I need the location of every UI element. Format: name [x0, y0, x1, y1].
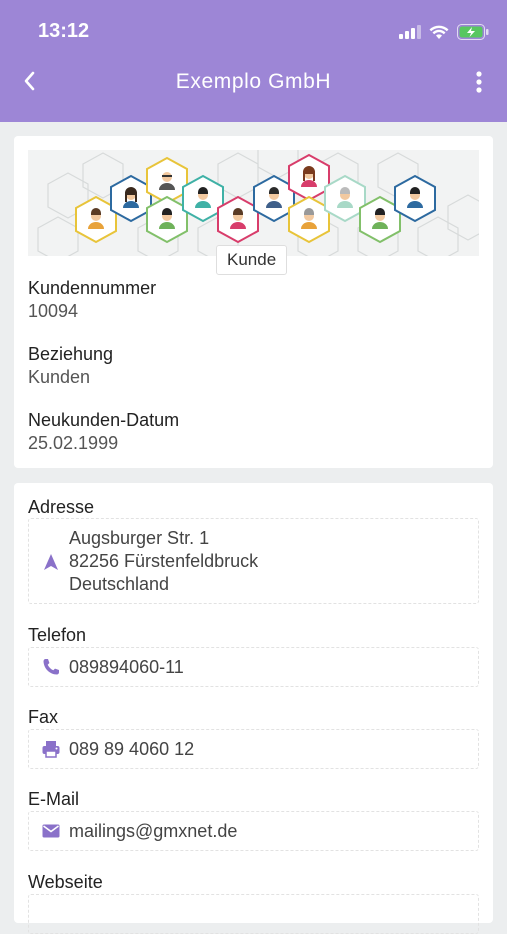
website-label: Webseite: [28, 872, 103, 892]
app-header: 13:12 Exemplo GmbH: [0, 0, 507, 122]
printer-icon: [42, 741, 60, 758]
people-network-illustration: [37, 150, 479, 256]
website-box[interactable]: [28, 894, 479, 934]
phone-label: Telefon: [28, 625, 87, 645]
fax-value: 089 89 4060 12: [69, 739, 195, 759]
address-box[interactable]: Augsburger Str. 1 82256 Fürstenfeldbruck…: [28, 518, 479, 604]
more-vertical-icon[interactable]: [471, 70, 487, 96]
hero-illustration: [28, 150, 479, 256]
address-line-1: Augsburger Str. 1: [69, 528, 210, 548]
phone-box[interactable]: 089894060-11: [28, 647, 479, 687]
relationship-value: Kunden: [28, 367, 91, 387]
phone-value: 089894060-11: [69, 657, 184, 677]
status-icons: [399, 22, 489, 42]
battery-charging-icon: [457, 24, 489, 40]
email-box[interactable]: mailings@gmxnet.de: [28, 811, 479, 851]
wifi-icon: [429, 25, 449, 39]
fax-label: Fax: [28, 707, 59, 727]
address-label: Adresse: [28, 497, 95, 517]
new-customer-date-value: 25.02.1999: [28, 433, 119, 453]
page-title: Exemplo GmbH: [175, 70, 332, 93]
status-time: 13:12: [38, 20, 90, 42]
new-customer-date-label: Neukunden-Datum: [28, 410, 180, 430]
email-value: mailings@gmxnet.de: [69, 821, 238, 841]
email-label: E-Mail: [28, 789, 80, 809]
customer-type-badge: Kunde: [216, 245, 288, 275]
customer-number-label: Kundennummer: [28, 278, 157, 298]
navigation-arrow-icon: [44, 554, 58, 570]
mail-icon: [42, 824, 60, 838]
address-line-2: 82256 Fürstenfeldbruck: [69, 551, 259, 571]
signal-icon: [399, 25, 421, 39]
customer-number-value: 10094: [28, 301, 79, 321]
address-line-3: Deutschland: [69, 574, 170, 594]
profile-card: Kunde Kundennummer 10094 Beziehung Kunde…: [14, 136, 493, 468]
fax-box[interactable]: 089 89 4060 12: [28, 729, 479, 769]
phone-icon: [43, 659, 59, 675]
contact-card: Adresse Augsburger Str. 1 82256 Fürstenf…: [14, 483, 493, 934]
relationship-label: Beziehung: [28, 344, 114, 364]
